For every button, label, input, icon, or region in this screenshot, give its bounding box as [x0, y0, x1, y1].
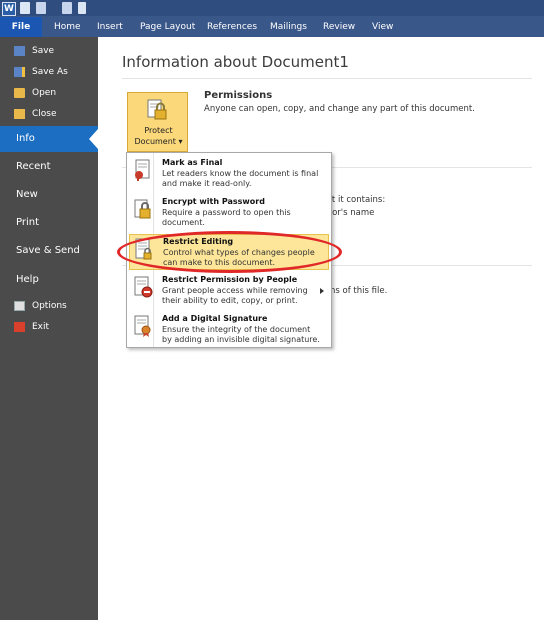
menu-item-desc: Ensure the integrity of the document: [162, 325, 311, 334]
print-label: Print: [16, 217, 40, 228]
protect-label-line1: Protect: [144, 126, 173, 135]
tab-file[interactable]: File: [0, 17, 42, 37]
info-label: Info: [16, 133, 35, 144]
save-as-command[interactable]: Save As: [0, 62, 98, 82]
save-as-label: Save As: [32, 67, 68, 77]
close-command[interactable]: Close: [0, 104, 98, 124]
sidebar-tab-print[interactable]: Print: [0, 210, 98, 236]
options-icon: [14, 301, 25, 311]
title-divider: [122, 78, 532, 79]
dropdown-arrow-icon: ▾: [178, 137, 183, 146]
options-command[interactable]: Options: [0, 296, 98, 316]
menu-item-desc: by adding an invisible digital signature…: [162, 335, 320, 344]
exit-label: Exit: [32, 322, 50, 332]
menu-item-title: Mark as Final: [162, 158, 223, 167]
close-label: Close: [32, 109, 57, 119]
title-bar: W File Home Insert Page Layout Reference…: [0, 0, 544, 37]
page-title: Information about Document1: [122, 53, 349, 71]
options-label: Options: [32, 301, 67, 311]
permissions-heading: Permissions: [204, 90, 273, 101]
sidebar-tab-help[interactable]: Help: [0, 267, 98, 293]
undo-icon[interactable]: [36, 2, 46, 14]
exit-command[interactable]: Exit: [0, 317, 98, 337]
tab-insert[interactable]: Insert: [97, 17, 123, 37]
menu-item-desc: document.: [162, 218, 205, 227]
digital-signature-icon: [134, 315, 151, 337]
tab-review[interactable]: Review: [323, 17, 355, 37]
new-label: New: [16, 189, 38, 200]
ribbon-tabs: File Home Insert Page Layout References …: [0, 17, 544, 37]
open-command[interactable]: Open: [0, 83, 98, 103]
sidebar-tab-recent[interactable]: Recent: [0, 154, 98, 180]
open-label: Open: [32, 88, 57, 98]
mark-final-icon: [135, 159, 150, 181]
protect-lock-icon: [147, 99, 167, 120]
menu-item-title: Encrypt with Password: [162, 197, 265, 206]
exit-icon: [14, 322, 25, 332]
redo-icon[interactable]: [62, 2, 72, 14]
customize-qat-icon[interactable]: [78, 2, 86, 14]
menu-item-mark-as-final[interactable]: Mark as Final Let readers know the docum…: [129, 156, 329, 192]
quick-access-toolbar: W: [0, 0, 544, 16]
tab-view[interactable]: View: [372, 17, 393, 37]
menu-item-add-digital-signature[interactable]: Add a Digital Signature Ensure the integ…: [129, 312, 329, 348]
sidebar-tab-new[interactable]: New: [0, 182, 98, 208]
tab-references[interactable]: References: [207, 17, 257, 37]
sidebar-tab-save-send[interactable]: Save & Send: [0, 238, 98, 264]
tab-home[interactable]: Home: [54, 17, 81, 37]
menu-item-restrict-permission-by-people[interactable]: Restrict Permission by People Grant peop…: [129, 273, 329, 309]
menu-item-title: Add a Digital Signature: [162, 314, 268, 323]
protect-label-line2: Document ▾: [128, 137, 189, 146]
save-label: Save: [32, 46, 55, 56]
menu-item-title: Restrict Permission by People: [162, 275, 298, 284]
encrypt-lock-icon: [134, 199, 151, 219]
annotation-ellipse: [117, 231, 342, 273]
save-command[interactable]: Save: [0, 41, 98, 61]
tab-page-layout[interactable]: Page Layout: [140, 17, 195, 37]
tab-mailings[interactable]: Mailings: [270, 17, 307, 37]
permissions-description: Anyone can open, copy, and change any pa…: [204, 104, 475, 114]
protect-label-text: Document: [134, 137, 176, 146]
backstage-sidebar: Save Save As Open Close Info Recent New …: [0, 37, 98, 620]
submenu-arrow-icon: [320, 288, 324, 294]
sidebar-tab-info[interactable]: Info: [0, 126, 98, 152]
menu-item-desc: Require a password to open this: [162, 208, 291, 217]
save-icon: [14, 46, 25, 56]
menu-item-desc: and make it read-only.: [162, 179, 252, 188]
versions-text-fragment: ns of this file.: [330, 286, 388, 296]
menu-item-desc: their ability to edit, copy, or print.: [162, 296, 298, 305]
menu-item-encrypt-with-password[interactable]: Encrypt with Password Require a password…: [129, 195, 329, 231]
folder-open-icon: [14, 88, 25, 98]
save-send-label: Save & Send: [16, 245, 80, 256]
menu-item-desc: Let readers know the document is final: [162, 169, 319, 178]
save-qat-icon[interactable]: [20, 2, 30, 14]
help-label: Help: [16, 274, 39, 285]
save-as-icon: [14, 67, 25, 77]
menu-item-desc: Grant people access while removing: [162, 286, 308, 295]
word-logo-icon[interactable]: W: [2, 2, 16, 16]
close-document-icon: [14, 109, 25, 119]
restrict-permission-icon: [134, 276, 153, 298]
protect-document-button[interactable]: Protect Document ▾: [127, 92, 188, 152]
recent-label: Recent: [16, 161, 51, 172]
